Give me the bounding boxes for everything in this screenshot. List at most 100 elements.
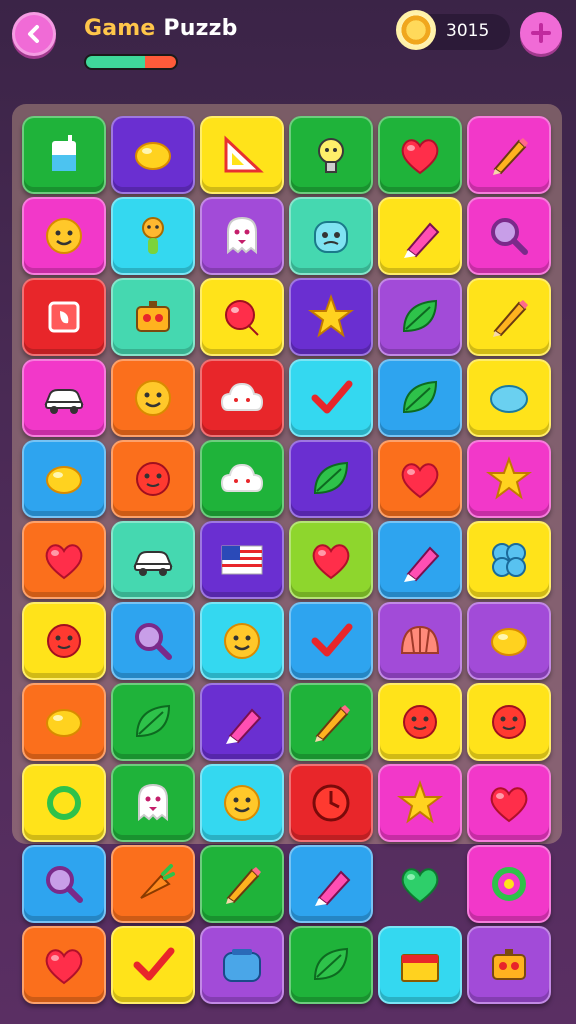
tile[interactable] [467, 845, 551, 923]
tile[interactable] [200, 359, 284, 437]
tile[interactable] [22, 683, 106, 761]
tile[interactable] [289, 197, 373, 275]
tile[interactable] [200, 116, 284, 194]
tile[interactable] [22, 116, 106, 194]
tile[interactable] [111, 602, 195, 680]
leaf-icon [313, 947, 349, 981]
tile[interactable] [200, 683, 284, 761]
coin-icon [396, 10, 436, 50]
check-icon [133, 947, 175, 981]
tile[interactable] [111, 683, 195, 761]
tile[interactable] [22, 764, 106, 842]
ring-icon [47, 786, 81, 820]
tile[interactable] [467, 440, 551, 518]
tile[interactable] [467, 602, 551, 680]
tile[interactable] [200, 197, 284, 275]
back-button[interactable] [12, 12, 56, 56]
coin-count: 3015 [446, 21, 490, 41]
tile[interactable] [378, 197, 462, 275]
lemon-icon [46, 466, 82, 494]
tile[interactable] [467, 683, 551, 761]
tile[interactable] [378, 116, 462, 194]
tile[interactable] [22, 440, 106, 518]
tile[interactable] [111, 926, 195, 1004]
magnifier-icon [491, 218, 528, 255]
tile[interactable] [200, 602, 284, 680]
tile[interactable] [111, 845, 195, 923]
tile[interactable] [289, 845, 373, 923]
tile[interactable] [378, 764, 462, 842]
tile[interactable] [200, 278, 284, 356]
tile[interactable] [111, 197, 195, 275]
tile[interactable] [22, 359, 106, 437]
tile[interactable] [22, 926, 106, 1004]
tile[interactable] [378, 521, 462, 599]
tile[interactable] [111, 359, 195, 437]
smiley-icon [224, 785, 260, 821]
tile[interactable] [378, 440, 462, 518]
tile[interactable] [22, 845, 106, 923]
balloon-icon [225, 300, 259, 336]
game-title: Game Puzzb [84, 16, 238, 41]
tile[interactable] [200, 845, 284, 923]
tile[interactable] [378, 926, 462, 1004]
tile[interactable] [111, 440, 195, 518]
leaf-icon [402, 380, 438, 414]
tile[interactable] [200, 440, 284, 518]
check-icon [311, 380, 353, 414]
tile[interactable] [378, 359, 462, 437]
tile[interactable] [200, 521, 284, 599]
lemon-icon [135, 142, 171, 170]
shape-icon [48, 301, 80, 333]
tile[interactable] [378, 278, 462, 356]
tile[interactable] [289, 440, 373, 518]
tile[interactable] [467, 116, 551, 194]
tile[interactable] [467, 359, 551, 437]
tile[interactable] [22, 602, 106, 680]
tile[interactable] [378, 845, 462, 923]
tile[interactable] [200, 764, 284, 842]
tile[interactable] [467, 926, 551, 1004]
tile[interactable] [111, 116, 195, 194]
carrot-icon [140, 864, 175, 899]
box-icon [401, 954, 439, 982]
flower-icon [136, 462, 170, 496]
progress-fill [86, 56, 145, 68]
tile[interactable] [289, 278, 373, 356]
marker-icon [226, 708, 262, 744]
tile[interactable] [289, 683, 373, 761]
tile[interactable] [289, 359, 373, 437]
heart-icon [45, 949, 83, 985]
flower-icon [47, 624, 81, 658]
tile[interactable] [200, 926, 284, 1004]
star-icon [308, 294, 354, 338]
tile[interactable] [111, 764, 195, 842]
tile[interactable] [289, 521, 373, 599]
cloud-icon [220, 382, 264, 411]
tile[interactable] [22, 521, 106, 599]
robot-icon [136, 301, 170, 332]
bean-icon [490, 385, 528, 413]
shell-icon [400, 625, 440, 654]
tile[interactable] [467, 278, 551, 356]
tile[interactable] [289, 764, 373, 842]
tile[interactable] [22, 278, 106, 356]
heart-icon [45, 544, 83, 580]
tile[interactable] [22, 197, 106, 275]
pencil-icon [493, 300, 528, 337]
tile[interactable] [378, 602, 462, 680]
tile[interactable] [111, 521, 195, 599]
tile[interactable] [467, 521, 551, 599]
tile[interactable] [378, 683, 462, 761]
ruler-icon [224, 135, 264, 173]
leaf-icon [135, 704, 171, 738]
car-icon [44, 389, 84, 414]
tile[interactable] [111, 278, 195, 356]
lemon-icon [491, 628, 527, 656]
tile[interactable] [467, 197, 551, 275]
tile[interactable] [289, 116, 373, 194]
tile[interactable] [289, 926, 373, 1004]
add-coins-button[interactable] [520, 12, 562, 54]
tile[interactable] [289, 602, 373, 680]
tile[interactable] [467, 764, 551, 842]
